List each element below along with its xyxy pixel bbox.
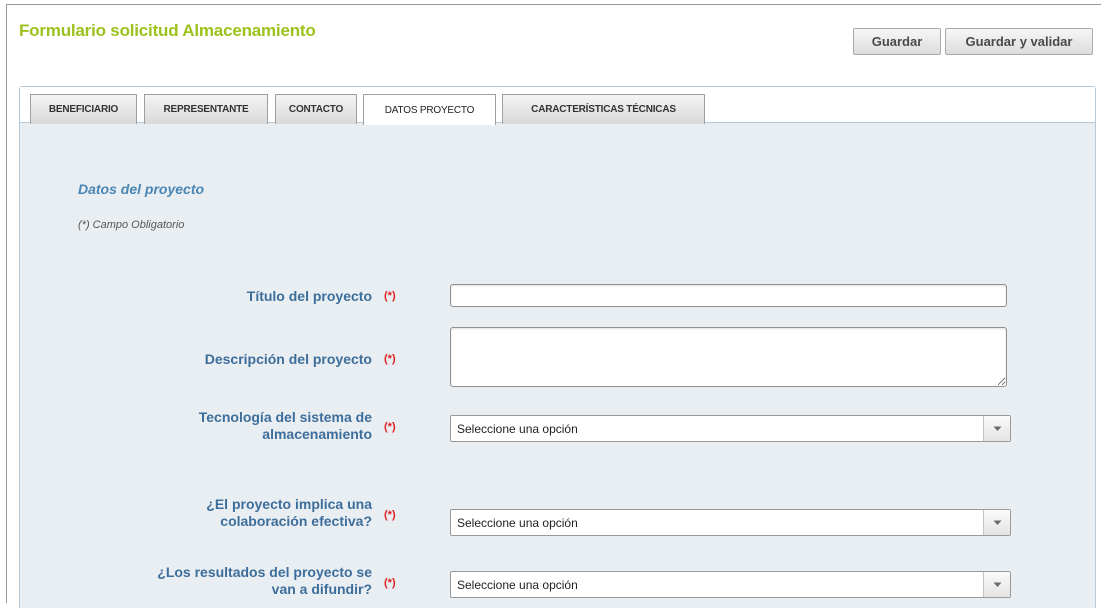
select-value: Seleccione una opción: [457, 577, 578, 592]
titulo-label: Título del proyecto: [246, 288, 372, 304]
label-line: almacenamiento: [262, 426, 372, 442]
label-line: colaboración efectiva?: [220, 513, 372, 529]
chevron-down-icon[interactable]: [983, 572, 1010, 597]
label-line: ¿Los resultados del proyecto se: [157, 564, 372, 580]
page-title: Formulario solicitud Almacenamiento: [19, 21, 316, 40]
label-line: Tecnología del sistema de: [198, 409, 372, 425]
titulo-input[interactable]: [450, 284, 1007, 307]
descripcion-textarea[interactable]: [450, 327, 1007, 387]
tab-label: REPRESENTANTE: [163, 104, 249, 115]
tab-strip: BENEFICIARIO REPRESENTANTE CONTACTO DATO…: [20, 87, 1095, 125]
section-title: Datos del proyecto: [78, 181, 205, 197]
colaboracion-label: ¿El proyecto implica una colaboración ef…: [206, 496, 372, 530]
mandatory-note: (*) Campo Obligatorio: [78, 219, 185, 231]
tab-label: BENEFICIARIO: [48, 104, 119, 115]
tab-datos-proyecto[interactable]: DATOS PROYECTO: [363, 94, 496, 125]
select-value: Seleccione una opción: [457, 515, 578, 530]
required-mark: (*): [384, 290, 396, 302]
label-line: ¿El proyecto implica una: [206, 496, 372, 512]
save-and-validate-button[interactable]: Guardar y validar: [945, 28, 1093, 55]
chevron-down-icon[interactable]: [983, 510, 1010, 535]
chevron-down-icon[interactable]: [983, 416, 1010, 441]
required-mark: (*): [384, 509, 396, 521]
select-value: Seleccione una opción: [457, 421, 578, 436]
tab-label: DATOS PROYECTO: [384, 104, 475, 116]
label-line: van a difundir?: [271, 581, 372, 597]
tab-label: CARACTERÍSTICAS TÉCNICAS: [531, 104, 676, 115]
required-mark: (*): [384, 421, 396, 433]
tab-label: CONTACTO: [288, 104, 344, 115]
tab-representante[interactable]: REPRESENTANTE: [144, 94, 268, 124]
required-mark: (*): [384, 353, 396, 365]
required-mark: (*): [384, 577, 396, 589]
save-button[interactable]: Guardar: [853, 28, 941, 55]
descripcion-label: Descripción del proyecto: [204, 351, 372, 367]
tab-contacto[interactable]: CONTACTO: [275, 94, 357, 124]
tabs-panel: BENEFICIARIO REPRESENTANTE CONTACTO DATO…: [19, 86, 1096, 608]
difusion-label: ¿Los resultados del proyecto se van a di…: [157, 564, 372, 598]
colaboracion-select[interactable]: Seleccione una opción: [450, 509, 1011, 536]
difusion-select[interactable]: Seleccione una opción: [450, 571, 1011, 598]
tab-beneficiario[interactable]: BENEFICIARIO: [30, 94, 137, 124]
tecnologia-label: Tecnología del sistema de almacenamiento: [199, 409, 372, 443]
tab-caracteristicas-tecnicas[interactable]: CARACTERÍSTICAS TÉCNICAS: [502, 94, 705, 124]
app-window: Formulario solicitud Almacenamiento Guar…: [6, 4, 1101, 608]
tecnologia-select[interactable]: Seleccione una opción: [450, 415, 1011, 442]
